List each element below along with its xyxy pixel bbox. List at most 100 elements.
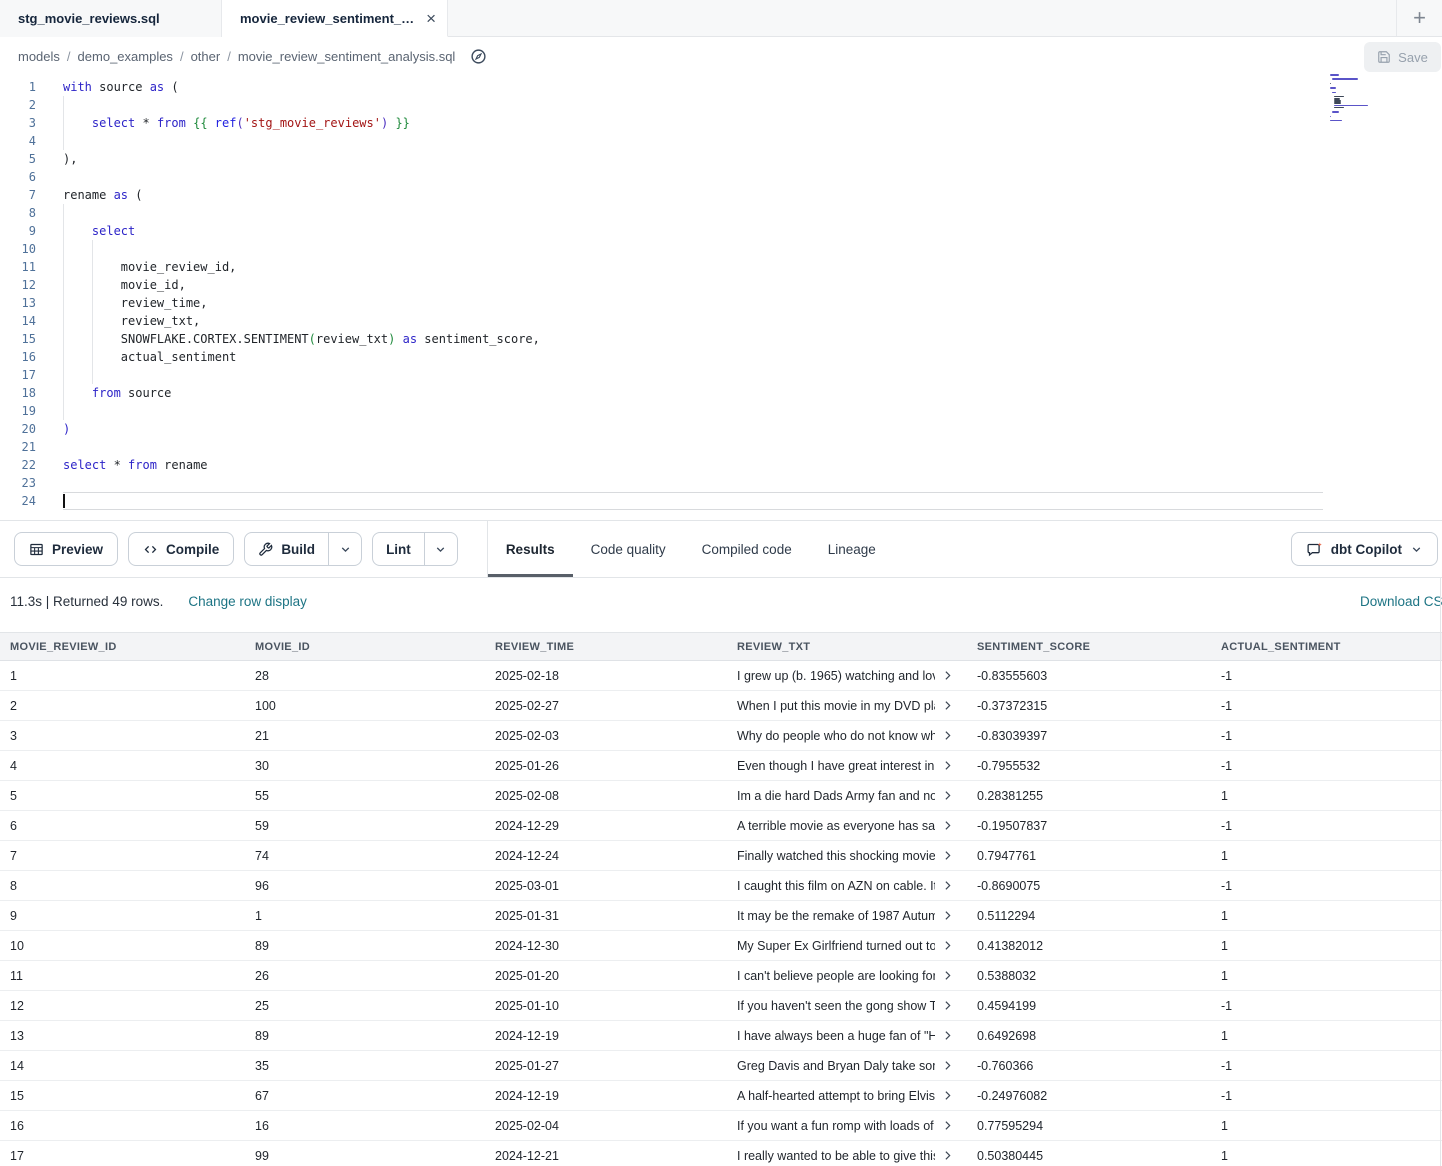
code-line[interactable]: 19	[0, 402, 1442, 420]
indent-guide	[92, 312, 93, 330]
review-text: If you haven't seen the gong show TV s…	[737, 999, 935, 1013]
code-line[interactable]: 7rename as (	[0, 186, 1442, 204]
table-row[interactable]: 5552025-02-08Im a die hard Dads Army fan…	[0, 781, 1442, 811]
table-row[interactable]: 11262025-01-20I can't believe people are…	[0, 961, 1442, 991]
tab-label: Results	[506, 542, 555, 557]
code-line[interactable]: 14 review_txt,	[0, 312, 1442, 330]
table-row[interactable]: 7742024-12-24Finally watched this shocki…	[0, 841, 1442, 871]
expand-review-icon[interactable]	[941, 1089, 954, 1102]
cell-movie-id: 67	[245, 1089, 485, 1103]
table-row[interactable]: 21002025-02-27When I put this movie in m…	[0, 691, 1442, 721]
code-line[interactable]: 8	[0, 204, 1442, 222]
tab-compiled-code[interactable]: Compiled code	[684, 521, 810, 577]
cell-movie-id: 35	[245, 1059, 485, 1073]
code-line[interactable]: 18 from source	[0, 384, 1442, 402]
expand-review-icon[interactable]	[941, 789, 954, 802]
line-number: 13	[0, 294, 63, 312]
expand-review-icon[interactable]	[941, 1059, 954, 1072]
table-row[interactable]: 1282025-02-18I grew up (b. 1965) watchin…	[0, 661, 1442, 691]
expand-review-icon[interactable]	[941, 1119, 954, 1132]
lint-dropdown-button[interactable]	[424, 533, 457, 565]
expand-review-icon[interactable]	[941, 1149, 954, 1162]
table-row[interactable]: 912025-01-31It may be the remake of 1987…	[0, 901, 1442, 931]
dbt-copilot-button[interactable]: dbt Copilot	[1291, 532, 1438, 566]
table-row[interactable]: 17992024-12-21I really wanted to be able…	[0, 1141, 1442, 1166]
expand-review-icon[interactable]	[941, 939, 954, 952]
docs-compass-icon[interactable]	[465, 44, 491, 70]
cell-movie-id: 89	[245, 939, 485, 953]
code-editor[interactable]: 1with source as (23 select * from {{ ref…	[0, 76, 1442, 520]
tab-stg-movie-reviews[interactable]: stg_movie_reviews.sql	[0, 0, 222, 37]
code-line[interactable]: 15 SNOWFLAKE.CORTEX.SENTIMENT(review_txt…	[0, 330, 1442, 348]
expand-review-icon[interactable]	[941, 729, 954, 742]
table-row[interactable]: 6592024-12-29A terrible movie as everyon…	[0, 811, 1442, 841]
code-line[interactable]: 24	[0, 492, 1442, 510]
column-header-movie-id[interactable]: MOVIE_ID	[245, 641, 485, 653]
code-line[interactable]: 2	[0, 96, 1442, 114]
expand-review-icon[interactable]	[941, 669, 954, 682]
column-header-review-txt[interactable]: REVIEW_TXT	[727, 641, 967, 653]
code-line[interactable]: 13 review_time,	[0, 294, 1442, 312]
column-header-actual-sentiment[interactable]: ACTUAL_SENTIMENT	[1211, 641, 1442, 653]
results-tab-strip: Results Code quality Compiled code Linea…	[488, 521, 894, 577]
code-line[interactable]: 16 actual_sentiment	[0, 348, 1442, 366]
code-line-text: from source	[63, 384, 1323, 402]
code-line[interactable]: 1with source as (	[0, 78, 1442, 96]
code-line[interactable]: 12 movie_id,	[0, 276, 1442, 294]
table-row[interactable]: 15672024-12-19A half-hearted attempt to …	[0, 1081, 1442, 1111]
table-row[interactable]: 14352025-01-27Greg Davis and Bryan Daly …	[0, 1051, 1442, 1081]
tab-movie-review-sentiment[interactable]: movie_review_sentiment_… ×	[222, 0, 448, 37]
preview-button[interactable]: Preview	[14, 532, 118, 566]
column-header-sentiment-score[interactable]: SENTIMENT_SCORE	[967, 641, 1211, 653]
code-line-text	[63, 132, 1323, 150]
code-line[interactable]: 11 movie_review_id,	[0, 258, 1442, 276]
expand-review-icon[interactable]	[941, 969, 954, 982]
save-button[interactable]: Save	[1364, 42, 1441, 72]
table-row[interactable]: 4302025-01-26Even though I have great in…	[0, 751, 1442, 781]
code-line[interactable]: 21	[0, 438, 1442, 456]
code-line[interactable]: 9 select	[0, 222, 1442, 240]
tab-results[interactable]: Results	[488, 521, 573, 577]
plus-icon: +	[1413, 5, 1426, 31]
expand-review-icon[interactable]	[941, 759, 954, 772]
tab-lineage[interactable]: Lineage	[810, 521, 894, 577]
build-dropdown-button[interactable]	[328, 533, 361, 565]
download-csv-link[interactable]: Download CSV	[1360, 594, 1442, 609]
expand-review-icon[interactable]	[941, 1029, 954, 1042]
expand-review-icon[interactable]	[941, 819, 954, 832]
cell-review-txt: I grew up (b. 1965) watching and lovin…	[727, 669, 967, 683]
table-row[interactable]: 13892024-12-19I have always been a huge …	[0, 1021, 1442, 1051]
code-line[interactable]: 22select * from rename	[0, 456, 1442, 474]
code-line[interactable]: 6	[0, 168, 1442, 186]
column-header-movie-review-id[interactable]: MOVIE_REVIEW_ID	[0, 641, 245, 653]
lint-button[interactable]: Lint	[373, 533, 424, 565]
code-line[interactable]: 17	[0, 366, 1442, 384]
cell-actual-sentiment: -1	[1211, 879, 1442, 893]
compile-button[interactable]: Compile	[128, 532, 234, 566]
table-row[interactable]: 12252025-01-10If you haven't seen the go…	[0, 991, 1442, 1021]
cell-movie-review-id: 2	[0, 699, 245, 713]
column-header-review-time[interactable]: REVIEW_TIME	[485, 641, 727, 653]
code-line[interactable]: 3 select * from {{ ref('stg_movie_review…	[0, 114, 1442, 132]
expand-review-icon[interactable]	[941, 999, 954, 1012]
change-row-display-link[interactable]: Change row display	[188, 594, 307, 609]
tab-code-quality[interactable]: Code quality	[573, 521, 684, 577]
code-line[interactable]: 5),	[0, 150, 1442, 168]
table-row[interactable]: 16162025-02-04If you want a fun romp wit…	[0, 1111, 1442, 1141]
expand-review-icon[interactable]	[941, 909, 954, 922]
table-row[interactable]: 10892024-12-30My Super Ex Girlfriend tur…	[0, 931, 1442, 961]
new-tab-button[interactable]: +	[1396, 0, 1442, 36]
code-line[interactable]: 20)	[0, 420, 1442, 438]
expand-review-icon[interactable]	[941, 699, 954, 712]
expand-review-icon[interactable]	[941, 879, 954, 892]
code-line[interactable]: 23	[0, 474, 1442, 492]
line-number: 3	[0, 114, 63, 132]
code-line[interactable]: 4	[0, 132, 1442, 150]
table-row[interactable]: 3212025-02-03Why do people who do not kn…	[0, 721, 1442, 751]
expand-review-icon[interactable]	[941, 849, 954, 862]
table-row[interactable]: 8962025-03-01I caught this film on AZN o…	[0, 871, 1442, 901]
editor-minimap[interactable]	[1330, 74, 1402, 127]
build-button[interactable]: Build	[245, 533, 328, 565]
code-line[interactable]: 10	[0, 240, 1442, 258]
close-tab-icon[interactable]: ×	[426, 10, 436, 27]
